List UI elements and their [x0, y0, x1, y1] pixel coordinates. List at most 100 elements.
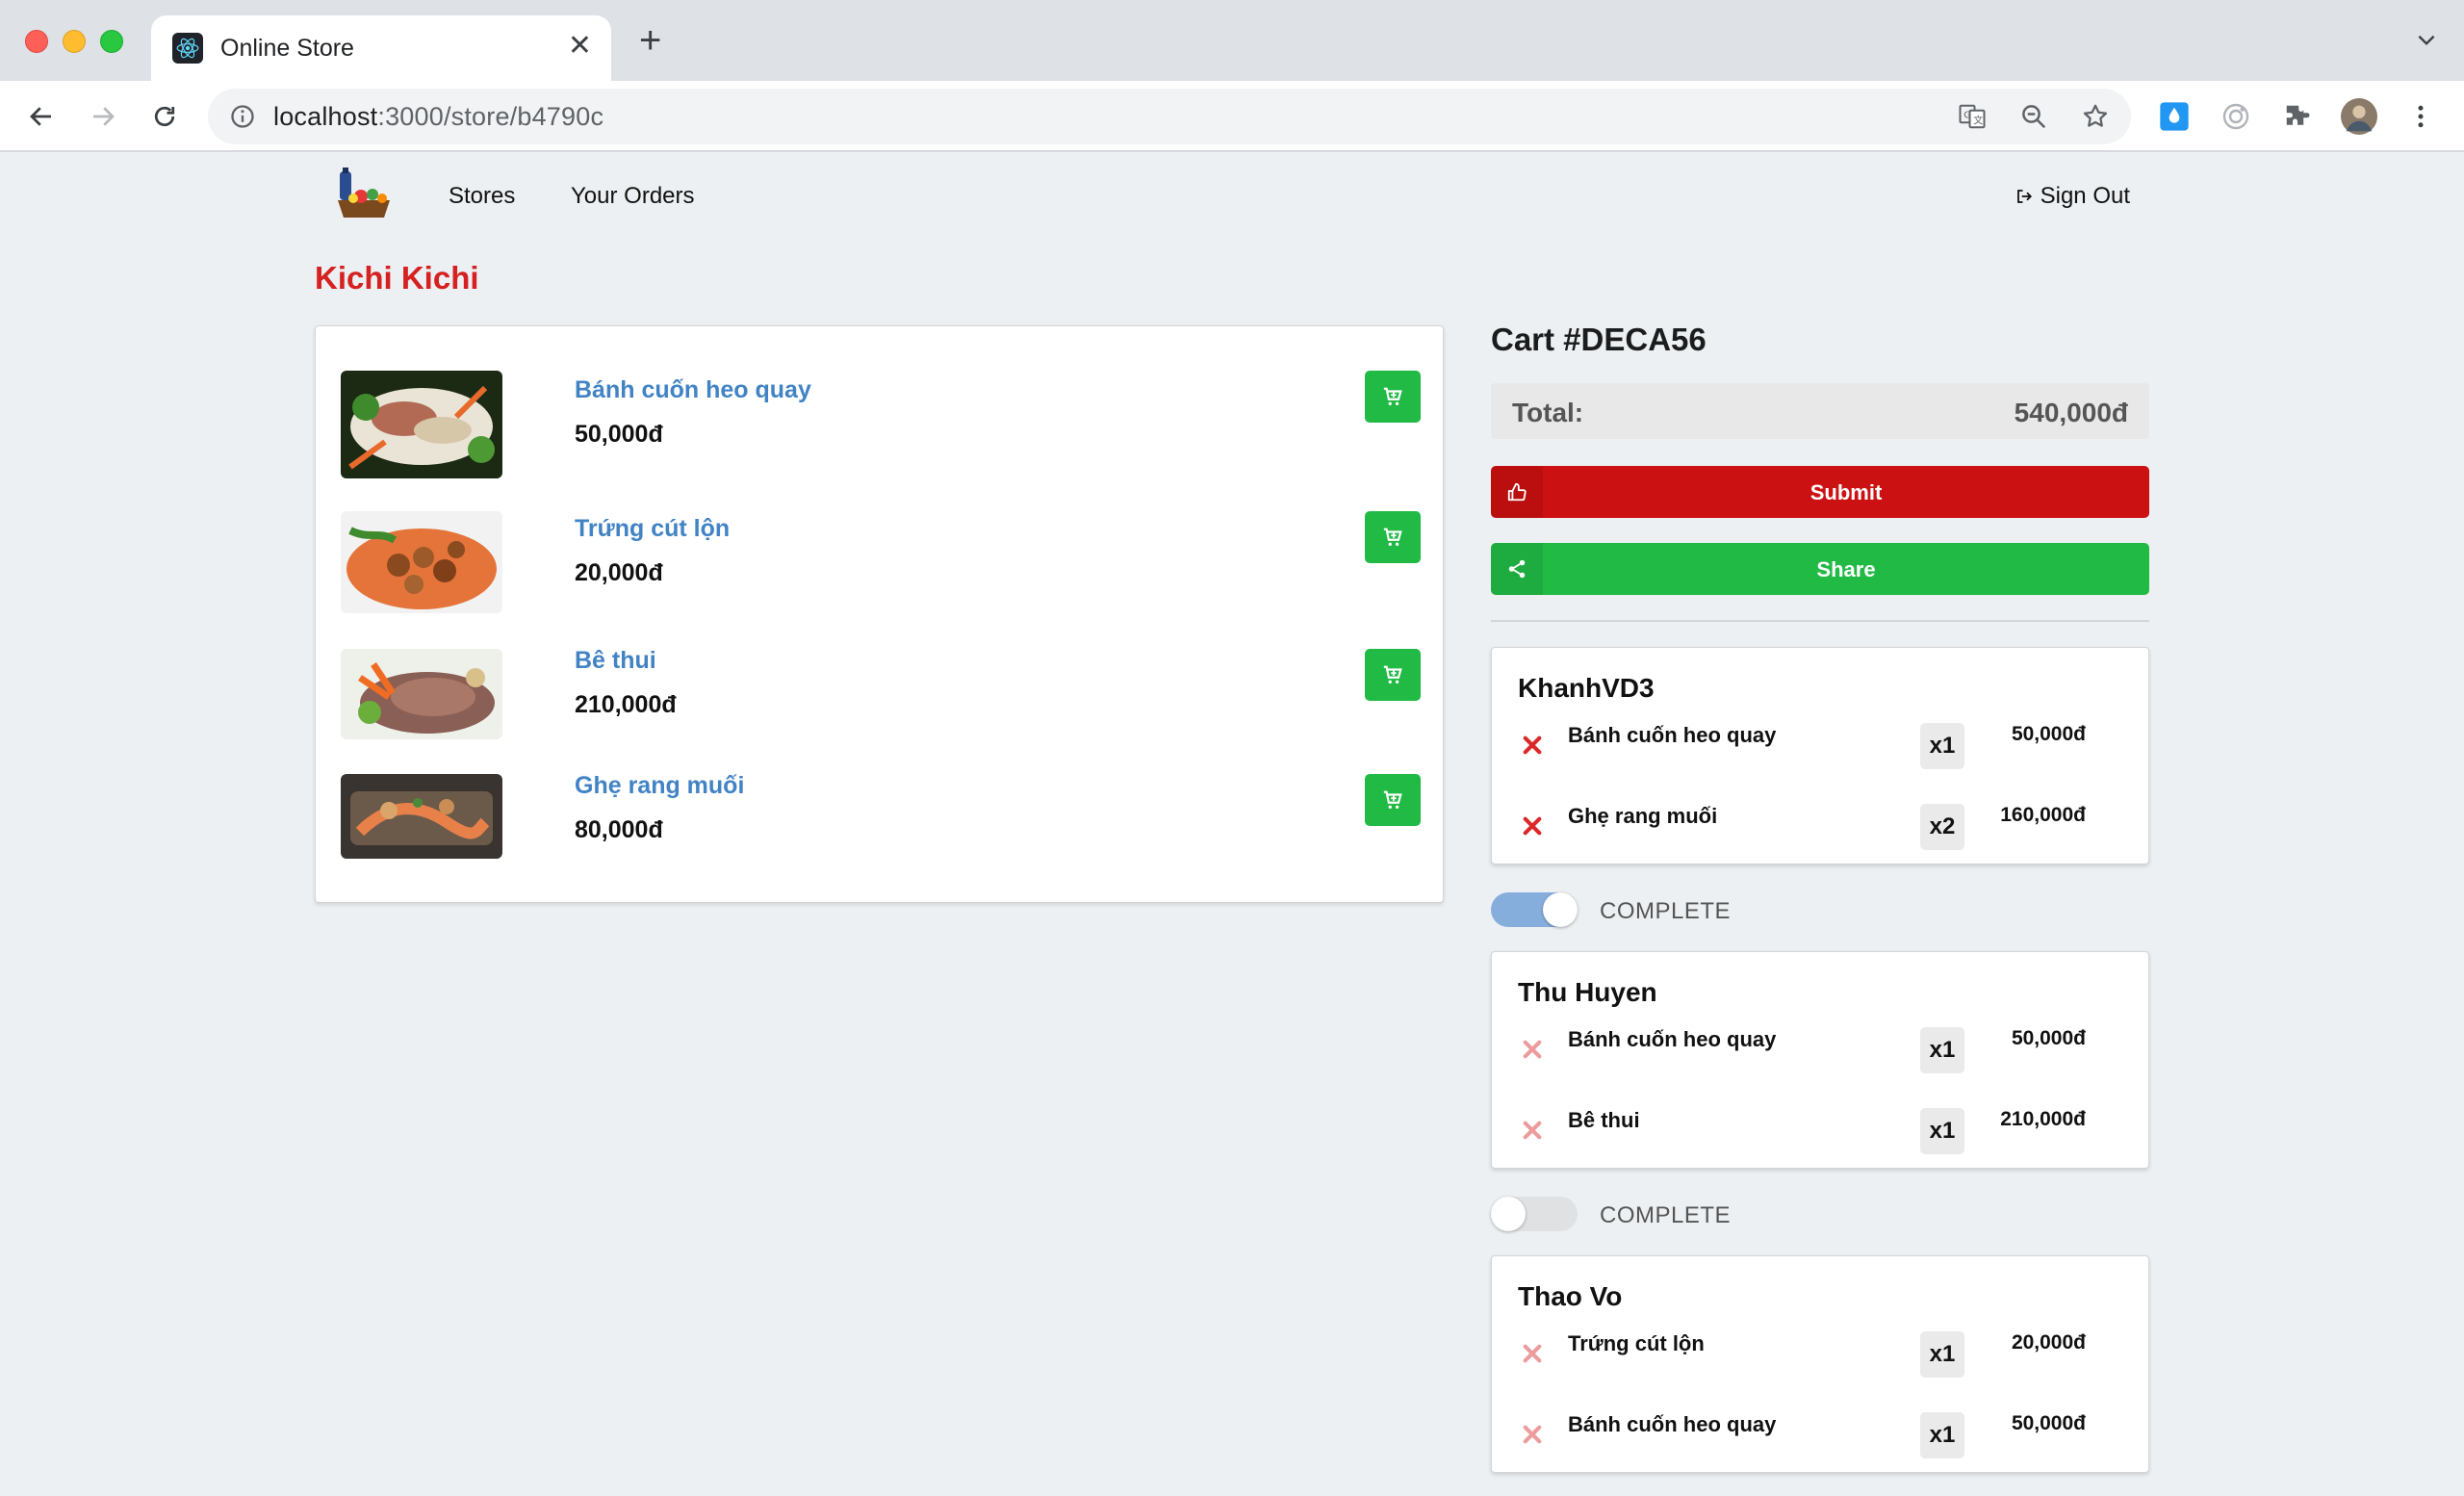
- window-minimize-button[interactable]: [63, 30, 86, 53]
- cart-plus-icon: [1383, 387, 1402, 405]
- total-label: Total:: [1512, 398, 1584, 427]
- complete-toggle-row: COMPLETE: [1491, 1195, 2149, 1233]
- order-card: Thao Vo Trứng cút lộn x1 20,000đ Bánh cu…: [1491, 1255, 2149, 1473]
- product-name[interactable]: Bê thui: [575, 647, 656, 675]
- order-item: Trứng cút lộn x1 20,000đ: [1518, 1331, 2124, 1380]
- product-price: 20,000đ: [575, 559, 663, 586]
- product-price: 80,000đ: [575, 816, 663, 843]
- complete-toggle[interactable]: [1491, 1197, 1578, 1231]
- cart-plus-icon: [1383, 790, 1402, 809]
- address-bar[interactable]: localhost:3000/store/b4790c G文: [208, 89, 2131, 144]
- product-image: [341, 774, 502, 859]
- translate-icon[interactable]: G文: [1958, 102, 1987, 131]
- complete-toggle-row: COMPLETE: [1491, 890, 2149, 929]
- remove-item-icon[interactable]: [1518, 812, 1547, 840]
- zoom-out-icon[interactable]: [2019, 102, 2048, 131]
- add-to-cart-button[interactable]: [1365, 371, 1421, 423]
- reload-icon[interactable]: [146, 98, 183, 135]
- order-user-name: Thu Huyen: [1518, 977, 1657, 1007]
- order-user-name: KhanhVD3: [1518, 673, 1655, 703]
- item-price: 160,000đ: [2000, 804, 2086, 826]
- product-image: [341, 511, 502, 613]
- product-list: Bánh cuốn heo quay 50,000đ Trứng cút lộn…: [315, 325, 1444, 903]
- store-logo[interactable]: [334, 166, 394, 223]
- product-name[interactable]: Trứng cút lộn: [575, 515, 730, 543]
- back-arrow-icon[interactable]: [23, 98, 60, 135]
- order-item: Bánh cuốn heo quay x1 50,000đ: [1518, 1027, 2124, 1075]
- submit-label: Submit: [1810, 480, 1883, 504]
- item-price: 50,000đ: [2011, 1412, 2086, 1434]
- item-price: 210,000đ: [2000, 1108, 2086, 1130]
- sign-out-label: Sign Out: [2040, 183, 2130, 209]
- share-label: Share: [1816, 557, 1876, 581]
- profile-avatar-icon[interactable]: [2341, 98, 2377, 135]
- bookmark-star-icon[interactable]: [2081, 102, 2110, 131]
- forward-arrow-icon[interactable]: [85, 98, 121, 135]
- remove-item-icon[interactable]: [1518, 731, 1547, 760]
- window-zoom-button[interactable]: [100, 30, 123, 53]
- site-info-icon[interactable]: [229, 103, 256, 135]
- item-price: 50,000đ: [2011, 1027, 2086, 1049]
- product-name[interactable]: Ghẹ rang muối: [575, 772, 744, 800]
- nav-stores-link[interactable]: Stores: [449, 183, 515, 210]
- cart-total: Total: 540,000đ: [1491, 383, 2149, 439]
- item-name: Ghẹ rang muối: [1568, 804, 1718, 828]
- total-value: 540,000đ: [2014, 398, 2128, 427]
- toggle-knob: [1543, 892, 1578, 927]
- item-quantity: x1: [1920, 1027, 1964, 1073]
- store-title: Kichi Kichi: [315, 260, 479, 296]
- complete-toggle[interactable]: [1491, 892, 1578, 927]
- thumbs-up-icon: [1491, 466, 1543, 518]
- product-image: [341, 649, 502, 739]
- product-image: [341, 371, 502, 478]
- item-price: 50,000đ: [2011, 723, 2086, 745]
- item-price: 20,000đ: [2011, 1331, 2086, 1354]
- item-quantity: x1: [1920, 1412, 1964, 1458]
- order-user-name: Thao Vo: [1518, 1281, 1623, 1311]
- add-to-cart-button[interactable]: [1365, 774, 1421, 826]
- toggle-knob: [1491, 1197, 1526, 1231]
- add-to-cart-button[interactable]: [1365, 649, 1421, 701]
- cart-plus-icon: [1383, 665, 1402, 684]
- remove-item-icon[interactable]: [1518, 1339, 1547, 1368]
- browser-tab-strip: Online Store ✕ +: [0, 0, 2464, 81]
- cart-title: Cart #DECA56: [1491, 322, 1707, 357]
- item-name: Bánh cuốn heo quay: [1568, 723, 1777, 747]
- order-item: Bánh cuốn heo quay x1 50,000đ: [1518, 723, 2124, 771]
- item-name: Trứng cút lộn: [1568, 1331, 1705, 1355]
- window-close-button[interactable]: [25, 30, 48, 53]
- share-icon: [1491, 543, 1543, 595]
- cart-plus-icon: [1383, 528, 1402, 546]
- raindrop-extension-icon[interactable]: [2156, 98, 2193, 135]
- item-name: Bánh cuốn heo quay: [1568, 1027, 1777, 1051]
- browser-tab-online-store[interactable]: Online Store ✕: [151, 15, 611, 81]
- browser-menu-icon[interactable]: [2402, 98, 2439, 135]
- order-item: Bánh cuốn heo quay x1 50,000đ: [1518, 1412, 2124, 1460]
- product-price: 210,000đ: [575, 691, 677, 718]
- item-quantity: x1: [1920, 1331, 1964, 1378]
- sign-out-icon: [2016, 190, 2032, 203]
- cart-divider: [1491, 620, 2149, 622]
- order-item: Bê thui x1 210,000đ: [1518, 1108, 2124, 1156]
- sign-out-link[interactable]: Sign Out: [2015, 183, 2130, 210]
- order-card: KhanhVD3 Bánh cuốn heo quay x1 50,000đ G…: [1491, 647, 2149, 864]
- tab-search-chevron-icon[interactable]: [2414, 27, 2439, 57]
- nav-your-orders-link[interactable]: Your Orders: [571, 183, 695, 210]
- remove-item-icon[interactable]: [1518, 1035, 1547, 1064]
- camera-extension-icon[interactable]: [2218, 98, 2254, 135]
- submit-button[interactable]: Submit: [1491, 466, 2149, 518]
- add-to-cart-button[interactable]: [1365, 511, 1421, 563]
- share-button[interactable]: Share: [1491, 543, 2149, 595]
- app-navbar: Stores Your Orders Sign Out: [315, 162, 2149, 231]
- tab-close-icon[interactable]: ✕: [568, 29, 592, 63]
- extensions-puzzle-icon[interactable]: [2279, 98, 2316, 135]
- remove-item-icon[interactable]: [1518, 1420, 1547, 1449]
- complete-label: COMPLETE: [1600, 898, 1732, 924]
- product-name[interactable]: Bánh cuốn heo quay: [575, 376, 811, 404]
- svg-text:文: 文: [1973, 115, 1983, 127]
- tab-title: Online Store: [220, 35, 354, 62]
- new-tab-button[interactable]: +: [639, 21, 661, 60]
- item-quantity: x1: [1920, 1108, 1964, 1154]
- svg-text:G: G: [1964, 110, 1971, 120]
- remove-item-icon[interactable]: [1518, 1116, 1547, 1145]
